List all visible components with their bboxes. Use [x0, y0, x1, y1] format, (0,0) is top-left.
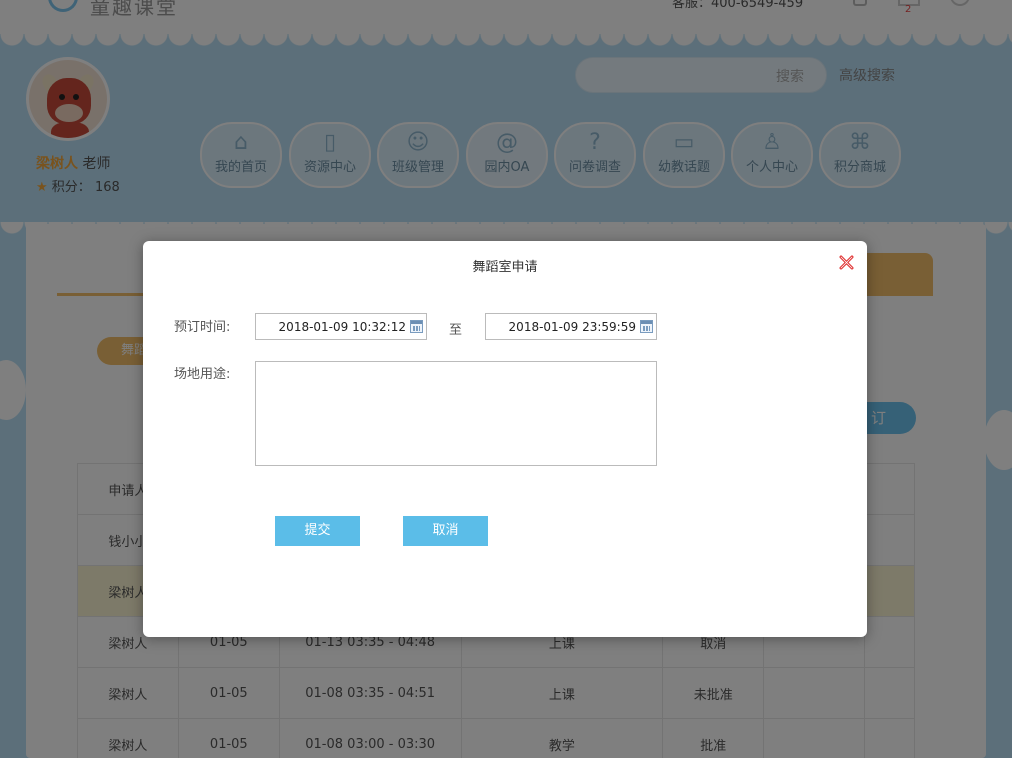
calendar-icon[interactable] — [640, 320, 653, 333]
calendar-icon[interactable] — [410, 320, 423, 333]
start-time-input[interactable] — [256, 314, 406, 339]
dance-room-application-dialog: 舞蹈室申请 预订时间: 至 场地用途: 提交 取消 — [143, 241, 867, 637]
purpose-textarea[interactable] — [255, 361, 657, 466]
to-label: 至 — [449, 323, 463, 338]
purpose-label: 场地用途: — [174, 367, 231, 382]
start-time-field — [255, 313, 427, 340]
close-icon[interactable] — [839, 255, 854, 270]
end-time-input[interactable] — [486, 314, 636, 339]
end-time-field — [485, 313, 657, 340]
dialog-title: 舞蹈室申请 — [472, 260, 538, 275]
booking-time-label: 预订时间: — [174, 320, 231, 335]
submit-button[interactable]: 提交 — [275, 516, 360, 546]
cancel-button[interactable]: 取消 — [403, 516, 488, 546]
